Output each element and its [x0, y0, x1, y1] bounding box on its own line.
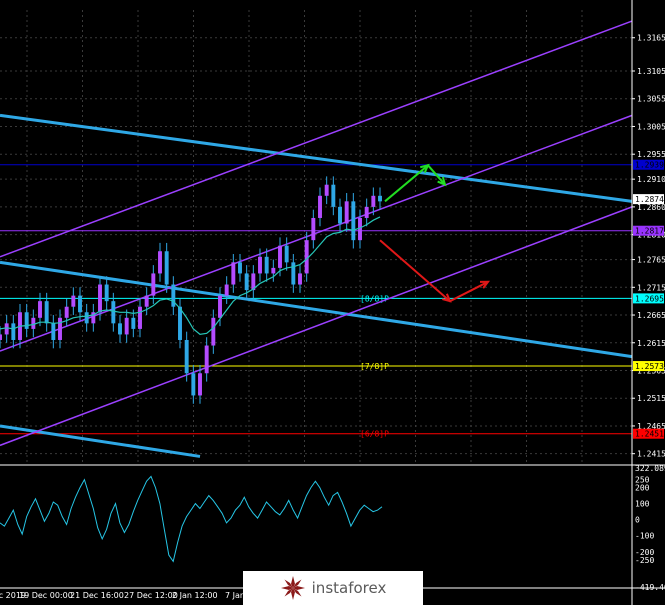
price-bar-body — [31, 317, 36, 329]
price-bar-body — [4, 323, 9, 335]
price-bar-body — [204, 345, 209, 374]
price-badge-label: 1.2573 — [635, 362, 664, 371]
price-bar-body — [44, 301, 49, 324]
murrey-level-label: [6/8]P — [360, 430, 389, 439]
price-bar-body — [24, 312, 29, 329]
price-bar-body — [71, 295, 76, 307]
price-bar-body — [311, 217, 316, 241]
price-bar-body — [78, 295, 82, 313]
price-bar-body — [158, 251, 162, 274]
murrey-level-label: [8/8]P — [360, 294, 389, 303]
watermark-text: instaforex — [311, 579, 387, 597]
price-bar-body — [138, 306, 142, 329]
price-bar-body — [371, 195, 376, 207]
price-bar-body — [64, 306, 69, 318]
price-bar-body — [304, 240, 309, 274]
price-bar-body — [58, 317, 62, 340]
price-bar-body — [331, 184, 336, 207]
price-bar-body — [191, 373, 196, 396]
oscillator-tick-label: 322.0896 — [635, 464, 665, 473]
oscillator-tick-label: -100 — [635, 532, 654, 541]
price-bar-body — [38, 301, 42, 318]
price-bar-body — [111, 301, 116, 324]
price-bar-body — [238, 262, 242, 274]
price-bar-body — [0, 334, 2, 340]
y-tick-label: 1.2665 — [637, 311, 665, 320]
price-badge-label: 1.2817 — [635, 227, 664, 236]
y-tick-label: 1.2955 — [637, 150, 665, 159]
x-tick-label: 21 Dec 16:00 — [70, 591, 124, 600]
price-bar-body — [298, 273, 302, 285]
price-bar-body — [344, 201, 349, 224]
oscillator-background — [0, 468, 632, 587]
x-tick-label: 19 Dec 00:00 — [19, 591, 73, 600]
price-bar-body — [11, 323, 16, 340]
y-tick-label: 1.3055 — [637, 95, 665, 104]
price-badge-label: 1.2939 — [635, 161, 664, 170]
y-tick-label: 1.2910 — [637, 175, 665, 184]
y-tick-label: 1.3165 — [637, 34, 665, 43]
oscillator-tick-label: -250 — [635, 556, 654, 565]
price-badge-label: 1.2695 — [635, 294, 664, 303]
price-bar-body — [198, 373, 202, 396]
y-tick-label: 1.2715 — [637, 283, 665, 292]
price-bar-body — [278, 245, 282, 268]
price-badge-label: 1.2451 — [635, 430, 664, 439]
oscillator-tick-label: 200 — [635, 484, 650, 493]
price-bar-body — [144, 295, 149, 307]
price-bar-body — [178, 306, 182, 340]
oscillator-tick-label: 0 — [635, 516, 640, 525]
price-bar-body — [244, 273, 249, 291]
price-bar-body — [118, 323, 122, 335]
price-bar-body — [218, 295, 222, 318]
murrey-level-label: [7/8]P — [360, 362, 389, 371]
price-bar-body — [124, 317, 129, 335]
price-bar-body — [84, 312, 89, 324]
price-bar-body — [211, 317, 216, 346]
price-bar-body — [104, 284, 109, 302]
x-axis-ticks: 1 Dec 201919 Dec 00:0021 Dec 16:0027 Dec… — [0, 591, 245, 600]
price-bar-body — [51, 323, 56, 340]
price-bar-body — [271, 267, 276, 274]
price-bar-body — [151, 273, 156, 296]
y-tick-label: 1.3005 — [637, 122, 665, 131]
y-tick-label: 1.2515 — [637, 394, 665, 403]
price-bar-body — [224, 284, 229, 296]
instaforex-logo-icon — [280, 576, 305, 600]
price-bar-body — [318, 195, 322, 218]
price-bar-body — [284, 245, 289, 263]
price-bar-body — [351, 201, 356, 241]
y-tick-label: 1.2860 — [637, 203, 665, 212]
price-bar-body — [291, 262, 296, 285]
x-tick-label: 7 Jan — [225, 591, 245, 600]
price-bar-body — [324, 184, 329, 196]
price-badge-label: 1.2874 — [635, 195, 664, 204]
price-bar-body — [184, 339, 189, 374]
oscillator-tick-label: -419.4606 — [635, 583, 665, 592]
x-tick-label: 27 Dec 12:00 — [124, 591, 178, 600]
forex-chart: [8/8]P [7/8]P [6/8]P 1.3165 1.3105 1.3055 1.3… — [0, 0, 665, 605]
price-bar-body — [258, 256, 262, 274]
y-tick-label: 1.3105 — [637, 67, 665, 76]
x-tick-label: 2 Jan 12:00 — [172, 591, 218, 600]
y-tick-label: 1.2415 — [637, 450, 665, 459]
price-bar-body — [264, 256, 269, 274]
oscillator-pane — [0, 468, 632, 587]
price-bar-body — [164, 251, 169, 285]
y-tick-label: 1.2615 — [637, 339, 665, 348]
y-tick-label: 1.2765 — [637, 256, 665, 265]
instaforex-watermark: instaforex — [243, 571, 423, 605]
price-bar-body — [231, 262, 236, 285]
oscillator-tick-label: 100 — [635, 500, 650, 509]
price-bar-body — [378, 195, 382, 202]
price-bar-body — [131, 317, 136, 329]
price-bar-body — [338, 206, 342, 224]
price-bar-body — [364, 206, 369, 218]
price-bar-body — [98, 284, 102, 313]
